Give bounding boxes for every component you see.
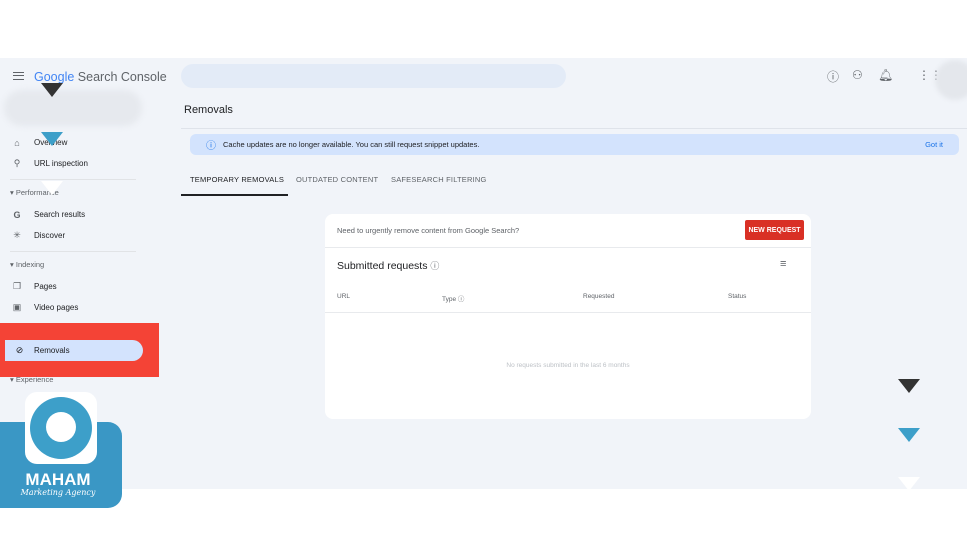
sidebar-item-pages[interactable]: ❐ Pages	[0, 276, 160, 297]
new-request-button[interactable]: NEW REQUEST	[745, 220, 804, 240]
tab-safesearch-filtering[interactable]: SAFESEARCH FILTERING	[391, 175, 487, 184]
column-status[interactable]: Status	[728, 293, 746, 300]
column-type[interactable]: Type ⓘ	[442, 293, 464, 303]
video-pages-icon: ▣	[12, 302, 22, 312]
arrow-decoration	[41, 83, 63, 97]
empty-state: No requests submitted in the last 6 mont…	[506, 362, 630, 369]
help-icon[interactable]: ⓘ	[430, 261, 439, 271]
arrow-decoration	[41, 132, 63, 146]
divider	[181, 128, 967, 129]
help-icon[interactable]: ⓘ	[827, 68, 839, 85]
tab-outdated-content[interactable]: OUTDATED CONTENT	[296, 175, 378, 184]
avatar[interactable]	[935, 60, 967, 100]
info-icon: ⓘ	[206, 141, 216, 152]
info-banner: ⓘ Cache updates are no longer available.…	[190, 134, 959, 155]
sidebar-item-search-results[interactable]: G Search results	[0, 204, 160, 225]
google-g-icon: G	[13, 209, 21, 220]
app-logo[interactable]: Google Search Console	[34, 70, 167, 84]
pages-icon: ❐	[12, 281, 22, 291]
removals-card: Need to urgently remove content from Goo…	[325, 214, 811, 419]
got-it-button[interactable]: Got it	[925, 140, 943, 149]
arrow-decoration	[898, 379, 920, 393]
manage-users-icon[interactable]: ⚇	[852, 68, 863, 82]
active-tab-indicator	[181, 194, 288, 196]
help-icon: ⓘ	[457, 296, 465, 303]
property-selector[interactable]	[4, 90, 142, 126]
filter-icon[interactable]: ≡	[780, 258, 786, 270]
arrow-decoration	[898, 428, 920, 442]
tab-temporary-removals[interactable]: TEMPORARY REMOVALS	[190, 175, 284, 184]
watermark-logo: MAHAM Marketing Agency	[0, 390, 122, 508]
divider	[325, 247, 811, 248]
arrow-decoration	[41, 181, 63, 195]
page-title: Removals	[184, 104, 233, 116]
divider	[10, 251, 136, 252]
sidebar-item-discover[interactable]: ✳ Discover	[0, 225, 160, 246]
column-requested[interactable]: Requested	[583, 293, 614, 300]
sidebar-item-url-inspection[interactable]: ⚲ URL inspection	[0, 153, 160, 174]
home-icon: ⌂	[14, 137, 20, 148]
screenshot-area: Google Search Console ⓘ ⚇ 🔔︎ ⋮⋮ ⌂ Overvie…	[0, 58, 967, 489]
asterisk-icon: ✳	[13, 230, 21, 240]
sidebar-item-video-pages[interactable]: ▣ Video pages	[0, 297, 160, 318]
divider	[10, 179, 136, 180]
submitted-requests-heading: Submitted requests ⓘ	[337, 260, 440, 272]
section-indexing[interactable]: ▾ Indexing	[10, 260, 44, 269]
arrow-decoration	[898, 477, 920, 489]
search-input[interactable]	[181, 64, 566, 88]
sidebar-item-removals[interactable]: ⊘ Removals	[5, 340, 143, 361]
notifications-icon[interactable]: 🔔︎	[878, 68, 893, 82]
eye-off-icon: ⊘	[15, 345, 24, 355]
column-url[interactable]: URL	[337, 293, 350, 300]
divider	[325, 312, 811, 313]
menu-icon[interactable]	[13, 72, 24, 80]
search-icon: ⚲	[13, 158, 21, 168]
section-experience[interactable]: ▾ Experience	[10, 375, 53, 384]
prompt-text: Need to urgently remove content from Goo…	[337, 226, 520, 235]
sidebar-item-overview[interactable]: ⌂ Overview	[0, 132, 160, 153]
